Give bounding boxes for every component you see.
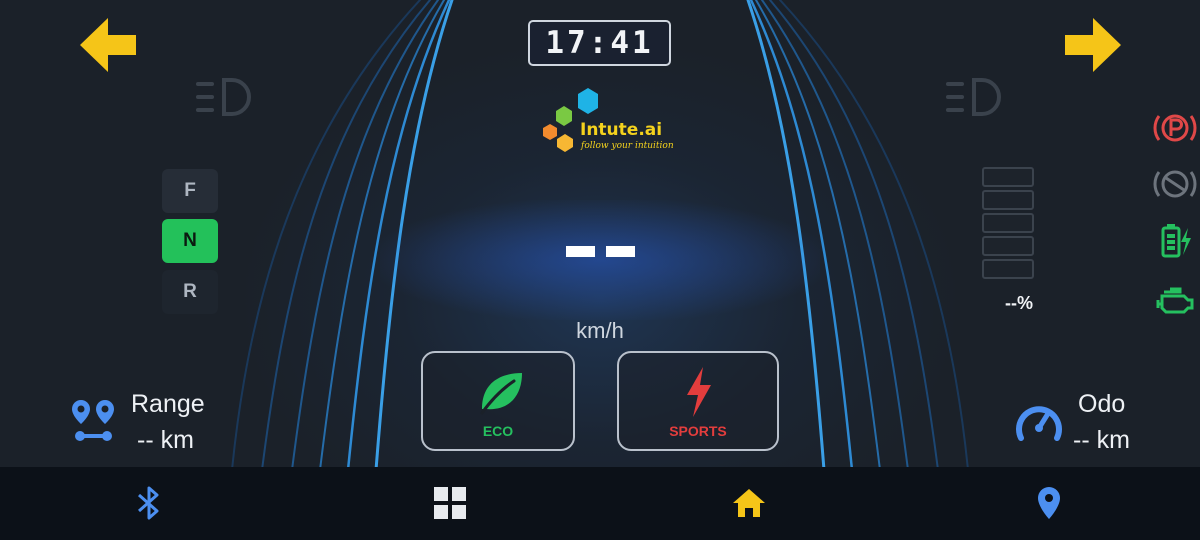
battery-cell bbox=[982, 213, 1034, 233]
right-turn-arrow-icon bbox=[1065, 18, 1121, 72]
battery-cell bbox=[982, 190, 1034, 210]
apps-grid-icon bbox=[434, 487, 466, 519]
bottom-navigation-bar bbox=[0, 467, 1200, 540]
battery-level-bar bbox=[978, 165, 1038, 285]
odo-value: -- km bbox=[1073, 426, 1130, 454]
bluetooth-icon bbox=[138, 486, 159, 520]
odo-title: Odo bbox=[1078, 390, 1126, 418]
eco-mode-label: ECO bbox=[482, 423, 514, 439]
brake-warning-icon bbox=[1153, 170, 1197, 198]
leaf-icon bbox=[480, 373, 522, 415]
apps-grid-button[interactable] bbox=[430, 483, 470, 523]
speedometer-icon bbox=[1016, 406, 1062, 441]
left-turn-arrow-icon bbox=[80, 18, 136, 72]
battery-percent: --% bbox=[1005, 293, 1033, 313]
headlight-right-icon bbox=[946, 78, 1001, 116]
lightning-bolt-icon bbox=[687, 367, 711, 417]
eco-mode-button[interactable]: ECO bbox=[421, 351, 575, 451]
battery-cell bbox=[982, 167, 1034, 187]
headlight-left-icon bbox=[196, 78, 251, 116]
home-icon bbox=[733, 489, 765, 517]
sports-mode-button[interactable]: SPORTS bbox=[617, 351, 779, 451]
clock-display: 17:41 bbox=[528, 20, 671, 66]
range-route-icon bbox=[72, 400, 114, 441]
engine-check-icon bbox=[1156, 287, 1194, 314]
speed-unit: km/h bbox=[576, 318, 624, 343]
battery-cell bbox=[982, 236, 1034, 256]
logo-tagline: follow your intuition bbox=[581, 141, 674, 151]
location-pin-icon bbox=[1038, 487, 1060, 519]
sports-mode-label: SPORTS bbox=[669, 423, 727, 439]
gear-reverse[interactable]: R bbox=[162, 270, 218, 314]
range-value: -- km bbox=[137, 426, 194, 454]
bluetooth-button[interactable] bbox=[129, 483, 169, 523]
range-title: Range bbox=[131, 390, 205, 418]
logo-name: Intute.ai bbox=[580, 120, 663, 140]
battery-cell bbox=[982, 259, 1034, 279]
location-button[interactable] bbox=[1029, 483, 1069, 523]
parking-brake-icon bbox=[1153, 114, 1197, 142]
brand-logo: Intute.ai follow your intuition bbox=[538, 86, 678, 156]
battery-charging-icon bbox=[1161, 224, 1191, 258]
home-button[interactable] bbox=[729, 483, 769, 523]
gear-neutral[interactable]: N bbox=[162, 219, 218, 263]
gear-forward[interactable]: F bbox=[162, 169, 218, 213]
